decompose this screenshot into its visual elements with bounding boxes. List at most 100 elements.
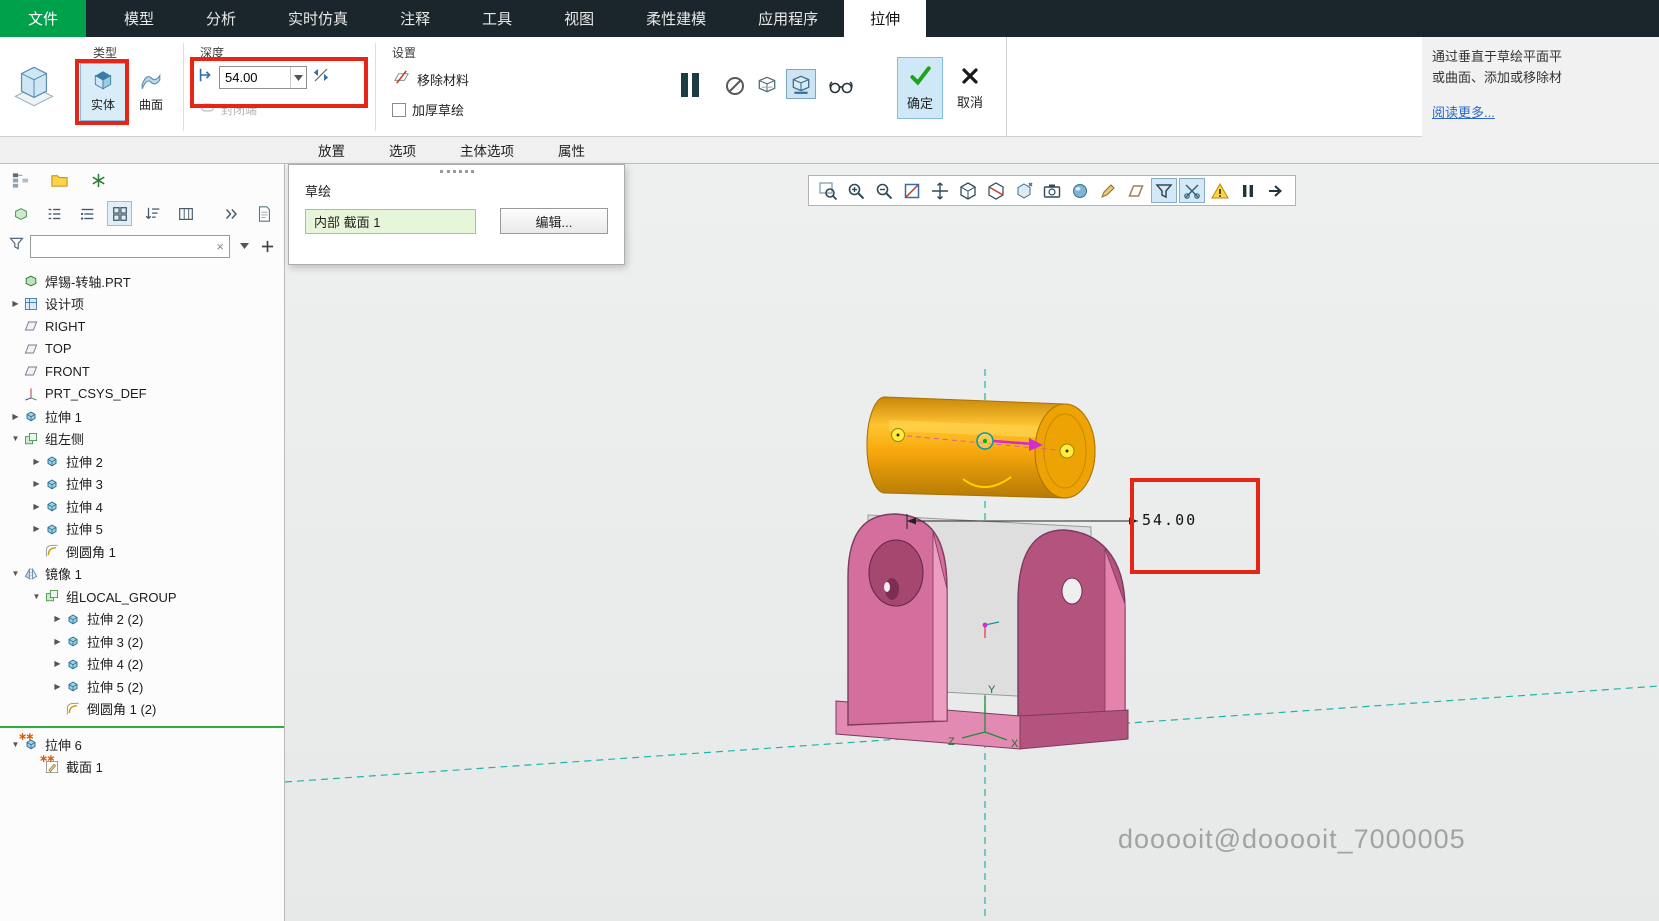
expand-arrow[interactable]: ▶ [50, 637, 65, 646]
display-style-icon[interactable] [955, 178, 981, 203]
refit-icon[interactable] [899, 178, 925, 203]
tree-item[interactable]: ∗∗截面 1 [0, 756, 284, 779]
remove-material-option[interactable]: 移除材料 [392, 68, 469, 90]
expand-arrow[interactable]: ▶ [50, 614, 65, 623]
panel-grip[interactable] [440, 170, 474, 173]
resume-icon[interactable] [1263, 178, 1289, 203]
pan-icon[interactable] [927, 178, 953, 203]
zoom-out-icon[interactable] [871, 178, 897, 203]
saved-views-icon[interactable] [1011, 178, 1037, 203]
zoom-window-icon[interactable] [815, 178, 841, 203]
tree-item[interactable]: ▶拉伸 2 [0, 450, 284, 473]
ribbon-tab-工具[interactable]: 工具 [456, 0, 538, 37]
tree-item[interactable]: FRONT [0, 360, 284, 383]
columns-icon[interactable] [173, 201, 198, 226]
expand-arrow[interactable]: ▶ [29, 524, 44, 533]
tree-item[interactable]: ▶拉伸 4 [0, 495, 284, 518]
tree-item[interactable]: ▼镜像 1 [0, 563, 284, 586]
glasses-preview-icon[interactable] [826, 73, 856, 99]
pause-feature-icon[interactable] [672, 67, 708, 103]
expand-arrow[interactable]: ▶ [29, 479, 44, 488]
depth-value-input[interactable] [220, 70, 290, 85]
tree-item[interactable]: RIGHT [0, 315, 284, 338]
tree-filter-input[interactable] [31, 239, 211, 253]
ribbon-tab-文件[interactable]: 文件 [0, 0, 86, 37]
expand-arrow[interactable]: ▶ [8, 412, 23, 421]
tree-item[interactable]: 焊锡-转轴.PRT [0, 270, 284, 293]
filter-dropdown-icon[interactable] [235, 234, 253, 259]
read-more-link[interactable]: 阅读更多... [1432, 102, 1495, 123]
tree-item[interactable]: ▶拉伸 4 (2) [0, 653, 284, 676]
expand-arrow[interactable]: ▼ [8, 434, 23, 443]
list-detail-icon[interactable] [74, 201, 99, 226]
tree-item[interactable]: ▼组左侧 [0, 428, 284, 451]
flip-direction-icon[interactable] [311, 65, 331, 90]
warning-icon[interactable] [1207, 178, 1233, 203]
tree-item[interactable]: ▶拉伸 5 [0, 518, 284, 541]
surface-button[interactable]: 曲面 [128, 63, 174, 121]
tree-item[interactable]: ▶拉伸 1 [0, 405, 284, 428]
section-view-icon[interactable] [983, 178, 1009, 203]
attached-preview-icon[interactable] [786, 69, 816, 99]
sort-icon[interactable] [140, 201, 165, 226]
depth-type-icon[interactable] [197, 66, 215, 89]
cancel-button[interactable]: 取消 [947, 57, 993, 119]
favorites-icon[interactable] [86, 168, 111, 193]
appearance-icon[interactable] [1067, 178, 1093, 203]
ribbon-tab-拉伸[interactable]: 拉伸 [844, 0, 926, 37]
dashboard-tab-主体选项[interactable]: 主体选项 [444, 137, 530, 163]
expand-arrow[interactable]: ▶ [50, 682, 65, 691]
tree-item[interactable]: 倒圆角 1 [0, 540, 284, 563]
tree-item[interactable]: ▼组LOCAL_GROUP [0, 585, 284, 608]
ribbon-tab-注释[interactable]: 注释 [374, 0, 456, 37]
show-cube-icon[interactable] [8, 201, 33, 226]
ribbon-tab-实时仿真[interactable]: 实时仿真 [262, 0, 374, 37]
solid-button[interactable]: 实体 [80, 63, 126, 121]
tree-item[interactable]: ▶拉伸 3 (2) [0, 630, 284, 653]
capture-icon[interactable] [1039, 178, 1065, 203]
measure-icon[interactable] [1179, 178, 1205, 203]
expand-arrow[interactable]: ▼ [8, 569, 23, 578]
ribbon-tab-模型[interactable]: 模型 [98, 0, 180, 37]
dashboard-tab-选项[interactable]: 选项 [373, 137, 432, 163]
ok-button[interactable]: 确定 [897, 57, 943, 119]
dashboard-tab-属性[interactable]: 属性 [542, 137, 601, 163]
overflow-chevrons-icon[interactable] [218, 201, 243, 226]
ribbon-tab-应用程序[interactable]: 应用程序 [732, 0, 844, 37]
ribbon-tab-柔性建模[interactable]: 柔性建模 [620, 0, 732, 37]
verify-preview-icon[interactable] [753, 71, 781, 99]
folder-browser-icon[interactable] [47, 168, 72, 193]
depth-dropdown-icon[interactable] [290, 67, 306, 88]
thicken-checkbox[interactable] [392, 103, 406, 117]
add-filter-icon[interactable] [258, 234, 276, 259]
depth-dimension-label[interactable]: 54.00 [1142, 511, 1197, 529]
tree-item[interactable]: 倒圆角 1 (2) [0, 698, 284, 721]
datum-display-icon[interactable] [1123, 178, 1149, 203]
ribbon-tab-分析[interactable]: 分析 [180, 0, 262, 37]
tree-item[interactable]: TOP [0, 338, 284, 361]
tree-item[interactable]: ▶设计项 [0, 293, 284, 316]
grid-view-icon[interactable] [107, 201, 132, 226]
expand-arrow[interactable]: ▶ [8, 299, 23, 308]
clear-filter-icon[interactable]: × [211, 239, 229, 254]
selection-filter-icon[interactable] [1151, 178, 1177, 203]
tree-item[interactable]: ▶拉伸 3 [0, 473, 284, 496]
expand-arrow[interactable]: ▶ [50, 659, 65, 668]
expand-arrow[interactable]: ▶ [29, 457, 44, 466]
ribbon-tab-视图[interactable]: 视图 [538, 0, 620, 37]
tree-item[interactable]: ▶拉伸 5 (2) [0, 675, 284, 698]
expand-arrow[interactable]: ▼ [29, 592, 44, 601]
pause-icon[interactable] [1235, 178, 1261, 203]
settings-page-icon[interactable] [251, 201, 276, 226]
no-preview-icon[interactable] [722, 73, 748, 99]
tree-item[interactable]: ▶拉伸 2 (2) [0, 608, 284, 631]
sketch-collector-field[interactable]: 内部 截面 1 [305, 209, 476, 234]
edit-sketch-button[interactable]: 编辑... [500, 208, 608, 234]
3d-scene[interactable]: Y X Z [285, 164, 1659, 921]
list-compact-icon[interactable] [41, 201, 66, 226]
tree-item[interactable]: PRT_CSYS_DEF [0, 383, 284, 406]
model-tree-icon[interactable] [8, 168, 33, 193]
dashboard-tab-放置[interactable]: 放置 [302, 137, 361, 163]
thicken-sketch-option[interactable]: 加厚草绘 [392, 100, 464, 119]
sketch-display-icon[interactable] [1095, 178, 1121, 203]
